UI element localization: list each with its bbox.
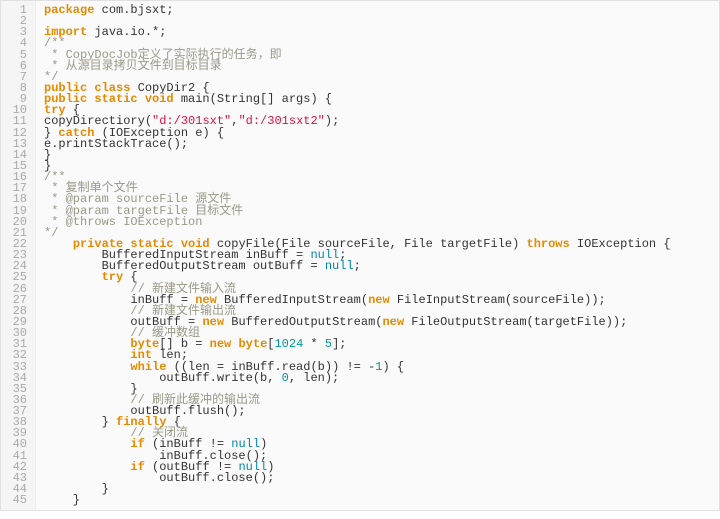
code-token: new (382, 315, 404, 329)
code-token: java.io.*; (87, 25, 166, 39)
code-token: 1024 (274, 337, 303, 351)
code-token: IOException { (570, 237, 671, 251)
code-line: } (44, 161, 711, 172)
code-token: 0 (282, 371, 289, 385)
code-token: FileInputStream(sourceFile)); (390, 293, 606, 307)
code-line: BufferedOutputStream outBuff = null; (44, 261, 711, 272)
code-token: new (202, 315, 224, 329)
code-token: byte (238, 337, 267, 351)
code-token: null (325, 259, 354, 273)
code-token: * 从源目录拷贝文件到目标目录 (44, 59, 222, 73)
code-line: e.printStackTrace(); (44, 139, 711, 150)
code-line: } (44, 484, 711, 495)
code-token: package (44, 3, 94, 17)
code-line: outBuff.close(); (44, 473, 711, 484)
code-token: FileOutputStream(targetFile)); (404, 315, 627, 329)
code-line: package com.bjsxt; (44, 5, 711, 16)
code-token: } (44, 493, 80, 507)
code-line: public static void main(String[] args) { (44, 94, 711, 105)
code-token: BufferedOutputStream( (224, 315, 382, 329)
code-token: new (210, 337, 232, 351)
code-token: e.printStackTrace(); (44, 137, 188, 151)
code-token: "d:/301sxt2" (238, 114, 324, 128)
code-line: * @throws IOException (44, 217, 711, 228)
line-number: 45 (5, 495, 27, 506)
code-line: outBuff.write(b, 0, len); (44, 373, 711, 384)
code-token: ]; (332, 337, 346, 351)
code-token: BufferedInputStream( (217, 293, 368, 307)
code-line: import java.io.*; (44, 27, 711, 38)
code-token: * (303, 337, 325, 351)
code-token: throws (527, 237, 570, 251)
code-token: new (368, 293, 390, 307)
code-line: } (44, 495, 711, 506)
code-line: * 从源目录拷贝文件到目标目录 (44, 61, 711, 72)
code-token: , len); (289, 371, 339, 385)
code-token: main(String[] args) { (174, 92, 332, 106)
code-line: /** (44, 172, 711, 183)
code-token: com.bjsxt; (94, 3, 173, 17)
code-content: package com.bjsxt; import java.io.*;/** … (36, 1, 719, 510)
code-block: 1234567891011121314151617181920212223242… (0, 0, 720, 511)
code-token: ; (354, 259, 361, 273)
code-line: } (44, 150, 711, 161)
code-token: * @throws IOException (44, 215, 202, 229)
code-token: ) { (382, 360, 404, 374)
line-number-gutter: 1234567891011121314151617181920212223242… (1, 1, 36, 510)
code-token: ); (325, 114, 339, 128)
